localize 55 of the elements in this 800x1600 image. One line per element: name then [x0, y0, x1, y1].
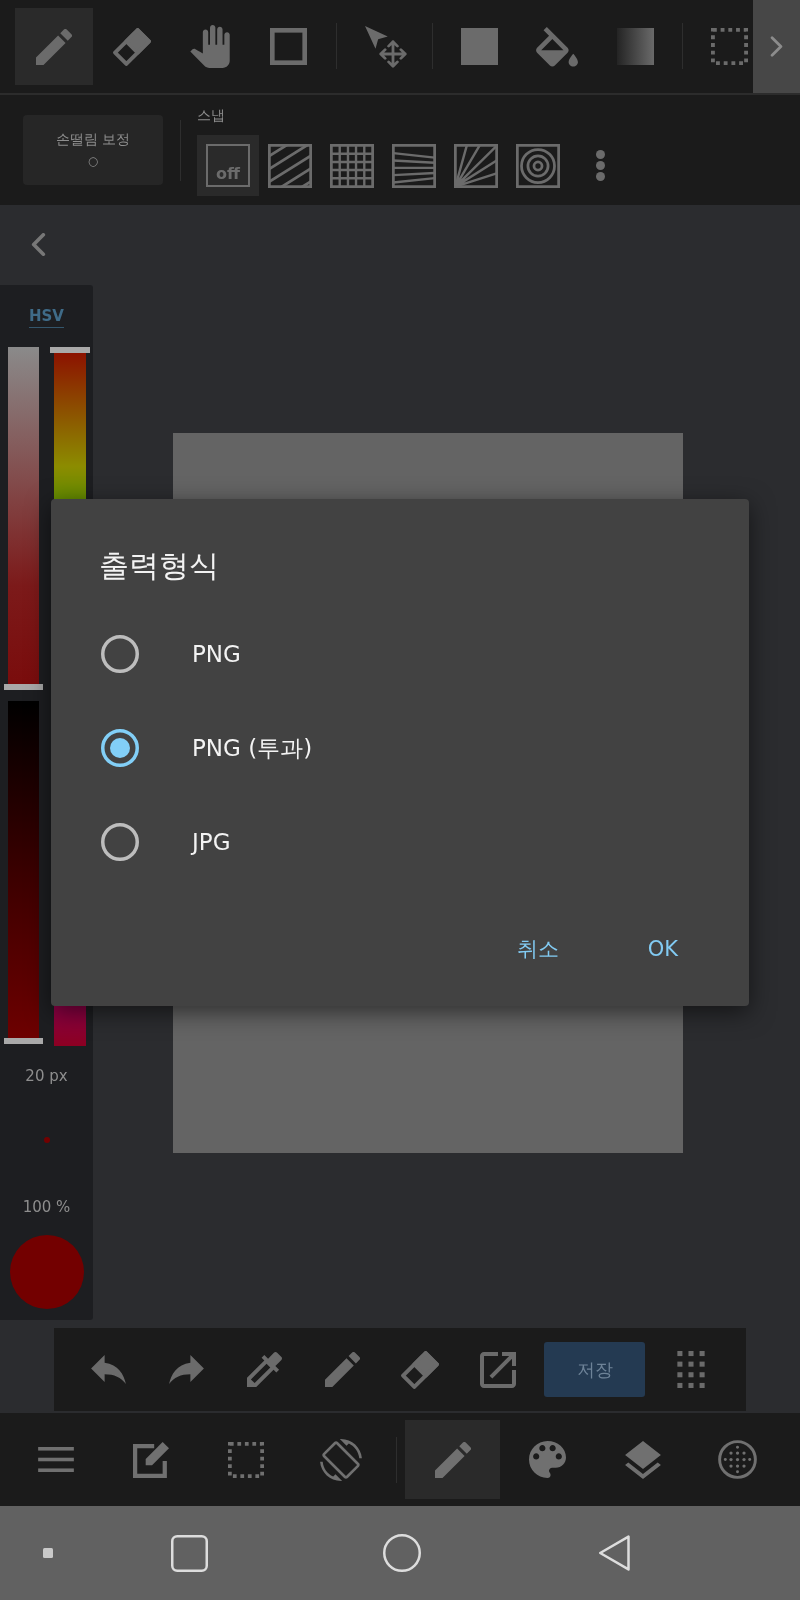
format-option[interactable]: PNG [101, 635, 241, 673]
radio-icon[interactable] [101, 635, 139, 673]
recent-apps-icon[interactable] [171, 1534, 208, 1572]
diagonal-lines-icon [268, 143, 312, 188]
pencil-tool-button[interactable] [15, 8, 93, 85]
undo-icon [90, 1355, 126, 1384]
redo-icon [168, 1355, 204, 1384]
open-external-icon [480, 1351, 516, 1388]
chevron-right-icon [770, 36, 783, 57]
eyedropper-icon [246, 1352, 282, 1387]
more-icon [595, 150, 605, 181]
slider-thumb[interactable] [50, 347, 90, 353]
radiating-lines-icon [454, 143, 498, 188]
brush-size-value: 20 px [25, 1066, 68, 1086]
stabilizer-button[interactable]: 손떨림 보정 ○ [23, 115, 163, 185]
dialog-title: 출력형식 [99, 547, 219, 585]
opacity-value: 100 % [22, 1197, 71, 1217]
dotted-circle-icon [718, 1440, 757, 1479]
converging-lines-icon [392, 143, 436, 188]
slider-thumb[interactable] [4, 684, 43, 690]
brush-tab[interactable] [405, 1420, 500, 1499]
layers-icon [624, 1440, 661, 1479]
format-option[interactable]: PNG (투과) [101, 729, 313, 767]
gradient-square-icon [616, 28, 654, 65]
eraser-icon [113, 27, 151, 66]
concentric-circles-icon [516, 143, 560, 188]
palette-icon [529, 1441, 566, 1478]
radio-icon[interactable] [101, 823, 139, 861]
menu-icon [37, 1447, 74, 1472]
rotate-device-icon [319, 1438, 362, 1481]
pencil-icon [36, 28, 72, 65]
home-icon[interactable] [383, 1534, 421, 1572]
snap-label: 스냅 [197, 106, 225, 125]
paint-bucket-icon [536, 26, 578, 67]
cursor-move-icon [365, 25, 407, 68]
dotted-square-icon [227, 1441, 264, 1478]
square-outline-icon [269, 28, 307, 65]
dotted-square-icon [711, 28, 748, 65]
color-mode-tab[interactable]: HSV [29, 307, 64, 328]
pencil-icon [434, 1441, 471, 1478]
back-icon[interactable] [597, 1534, 631, 1572]
filled-square-icon [460, 28, 498, 65]
note-pencil-icon [132, 1441, 169, 1478]
cancel-button[interactable]: 취소 [496, 925, 579, 973]
save-button[interactable]: 저장 [544, 1342, 645, 1397]
chevron-left-icon[interactable] [31, 233, 46, 256]
slider-thumb[interactable] [4, 1038, 43, 1044]
radio-icon[interactable] [101, 729, 139, 767]
dot-grid-icon [677, 1351, 705, 1388]
hand-icon [190, 25, 230, 68]
grid-icon [330, 143, 374, 188]
eraser-icon [401, 1350, 439, 1389]
pencil-icon [324, 1352, 360, 1387]
format-option[interactable]: JPG [101, 823, 231, 861]
ok-button[interactable]: OK [627, 927, 698, 971]
